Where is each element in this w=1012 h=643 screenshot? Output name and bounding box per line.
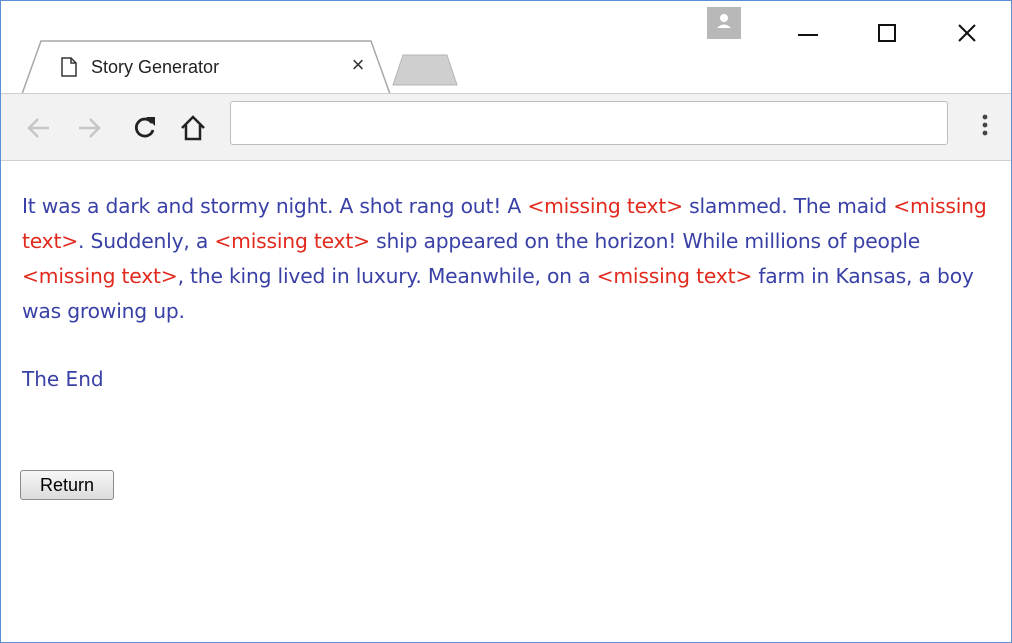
new-tab-button[interactable] xyxy=(391,51,461,92)
close-window-icon[interactable] xyxy=(947,13,987,49)
page-icon xyxy=(61,57,77,77)
story-text-segment: It was a dark and stormy night. A shot r… xyxy=(22,194,528,218)
story-text-segment: slammed. The maid xyxy=(682,194,894,218)
tab-title: Story Generator xyxy=(91,57,220,77)
browser-toolbar xyxy=(1,93,1011,161)
missing-text-placeholder: <missing text> xyxy=(22,264,178,288)
forward-arrow-icon[interactable] xyxy=(75,114,103,142)
story-text-segment: , the king lived in luxury. Meanwhile, o… xyxy=(177,264,597,288)
tab-story-generator[interactable]: Story Generator × xyxy=(21,39,391,95)
story-paragraph: It was a dark and stormy night. A shot r… xyxy=(22,189,1012,329)
title-bar: Story Generator × xyxy=(1,1,1011,95)
page-content: It was a dark and stormy night. A shot r… xyxy=(1,161,1011,643)
more-options-icon[interactable] xyxy=(975,110,995,140)
story-text-segment: . Suddenly, a xyxy=(78,229,215,253)
minimize-icon[interactable] xyxy=(788,13,828,49)
reload-icon[interactable] xyxy=(131,114,159,142)
browser-window: Story Generator × It was a dark and stor… xyxy=(0,0,1012,643)
missing-text-placeholder: <missing text> xyxy=(527,194,683,218)
missing-text-placeholder: <missing text> xyxy=(214,229,370,253)
story-ending: The End xyxy=(22,367,104,391)
back-arrow-icon[interactable] xyxy=(25,114,53,142)
address-bar[interactable] xyxy=(230,101,948,145)
return-button[interactable]: Return xyxy=(20,470,114,500)
profile-icon[interactable] xyxy=(707,7,741,39)
maximize-icon[interactable] xyxy=(867,13,907,49)
story-text-segment: ship appeared on the horizon! While mill… xyxy=(369,229,921,253)
home-icon[interactable] xyxy=(179,114,207,142)
missing-text-placeholder: <missing text> xyxy=(596,264,753,288)
tab-close-icon[interactable]: × xyxy=(346,53,370,77)
